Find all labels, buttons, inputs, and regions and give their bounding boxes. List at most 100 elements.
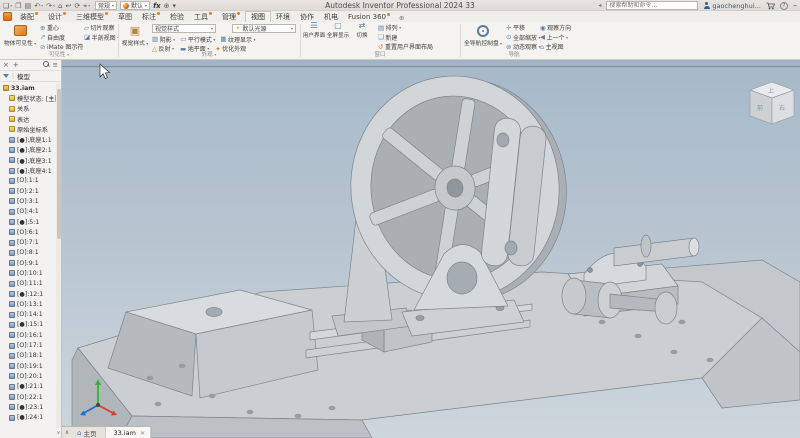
shadows-button[interactable]: 阴影 <box>152 35 175 45</box>
ribbon-tab[interactable]: 管理 <box>217 11 245 22</box>
zoom-all-button[interactable]: 全部缩放 <box>506 33 540 43</box>
document-tab[interactable]: 33.iam × <box>106 427 151 438</box>
panel-label-window[interactable]: 窗口 <box>302 51 458 59</box>
switch-windows-button[interactable]: 切换 <box>350 23 374 40</box>
previous-view-button[interactable]: 上一个 <box>540 33 571 43</box>
browser-tree-node[interactable]: [O]:1:1 <box>0 176 56 186</box>
browser-tree-node[interactable]: 模型状态: [主要] <box>0 93 56 103</box>
browser-tree-node[interactable]: [●]:24:1 <box>0 413 56 423</box>
save-button[interactable]: ▤ <box>25 1 32 11</box>
orthographic-button[interactable]: 平行模式 <box>180 35 215 45</box>
browser-tree-node[interactable]: [●]:底座1:1 <box>0 134 56 144</box>
parameters-button[interactable]: fx <box>153 1 161 11</box>
home-button[interactable]: ⌂ <box>58 1 62 11</box>
browser-tree-node[interactable]: [O]:18:1 <box>0 351 56 361</box>
browser-tree-node[interactable]: [●]:底座2:1 <box>0 145 56 155</box>
ribbon-tab[interactable]: 标注 <box>137 11 165 22</box>
browser-tree-node[interactable]: [O]:7:1 <box>0 237 56 247</box>
browser-tree-node[interactable]: [O]:19:1 <box>0 361 56 371</box>
browser-tree-node[interactable]: [●]:底座4:1 <box>0 165 56 175</box>
appearance-combo[interactable]: 默认 ▾ <box>120 1 150 10</box>
browser-tree-node[interactable]: 表达 <box>0 114 56 124</box>
center-of-gravity-button[interactable]: 重心 <box>40 23 83 33</box>
browser-tree-node[interactable]: [O]:13:1 <box>0 299 56 309</box>
browser-tree-node[interactable]: [O]:11:1 <box>0 279 56 289</box>
new-window-button[interactable]: 新建 <box>378 33 433 43</box>
ribbon-tab[interactable]: 设计 <box>43 11 71 22</box>
pan-button[interactable]: 平移 <box>506 23 540 33</box>
object-visibility-button[interactable]: 物体可见性 <box>2 23 38 52</box>
browser-search-icon[interactable] <box>43 61 49 67</box>
browser-tree-node[interactable]: [●]:5:1 <box>0 217 56 227</box>
browser-filter-icon[interactable] <box>3 74 9 78</box>
full-screen-button[interactable]: 全屏显示 <box>326 23 350 40</box>
ribbon-tab[interactable]: 环境 <box>271 11 295 22</box>
browser-tree-node[interactable]: 原始坐标系 <box>0 124 56 134</box>
browser-tree-node[interactable]: [●]:12:1 <box>0 289 56 299</box>
browser-tree-node[interactable]: [O]:6:1 <box>0 227 56 237</box>
browser-tree-node[interactable]: [O]:22:1 <box>0 392 56 402</box>
arrange-windows-button[interactable]: 排列 <box>378 23 433 33</box>
document-tab-close[interactable]: × <box>140 429 145 437</box>
browser-tree-node[interactable]: [O]:9:1 <box>0 258 56 268</box>
browser-tree-node[interactable]: [O]:3:1 <box>0 196 56 206</box>
addins-button[interactable]: ⊕ <box>395 14 408 22</box>
slice-graphics-button[interactable]: 切片观察 <box>84 23 119 33</box>
help-icon[interactable]: ? <box>780 2 788 10</box>
browser-scroll-down-arrow[interactable]: ∨ <box>56 428 61 438</box>
ribbon-tab[interactable]: 工具 <box>189 11 217 22</box>
document-tab[interactable]: 主页 <box>72 427 106 438</box>
half-section-view-button[interactable]: 半剖视图 <box>84 33 119 43</box>
ribbon-tab[interactable]: 检验 <box>165 11 189 22</box>
browser-tree-node[interactable]: 33.iam <box>0 83 56 93</box>
user-interface-button[interactable]: 用户界面 <box>302 23 326 40</box>
visual-style-button[interactable]: ▣ 视觉样式 <box>120 23 150 52</box>
qat-more-button[interactable]: ▾ <box>173 1 177 11</box>
browser-tree-node[interactable]: [●]:23:1 <box>0 402 56 412</box>
panel-label-visibility[interactable]: 可见性 ▾ <box>2 51 116 59</box>
navigation-wheel-button[interactable]: 全导航控制盘 <box>462 23 504 52</box>
panel-label-navigate[interactable]: 导航 <box>462 51 566 59</box>
signed-in-user[interactable]: gaochenghui… <box>703 2 761 10</box>
help-search-input[interactable] <box>606 1 698 10</box>
return-button[interactable]: ↩ <box>65 1 71 11</box>
browser-tree-node[interactable]: [●]:底座3:1 <box>0 155 56 165</box>
browser-tree-node[interactable]: [O]:20:1 <box>0 371 56 381</box>
3d-viewport[interactable]: 上 前 右 <box>62 60 800 438</box>
browser-tree-node[interactable]: [O]:8:1 <box>0 248 56 258</box>
select-button[interactable]: ⌖ <box>83 1 90 11</box>
update-button[interactable]: ⟳ <box>74 1 80 11</box>
measure-button[interactable]: ⊕ <box>164 1 170 11</box>
browser-tree-node[interactable]: [O]:17:1 <box>0 340 56 350</box>
browser-scrollbar[interactable] <box>56 83 61 428</box>
browser-tree-node[interactable]: [O]:4:1 <box>0 207 56 217</box>
panel-label-appearance[interactable]: 外观 ▾ <box>120 51 298 59</box>
visual-style-combo[interactable]: 视觉样式▾ <box>152 24 216 33</box>
ribbon-tab[interactable]: Fusion 360 <box>343 11 395 22</box>
browser-tree-node[interactable]: [●]:21:1 <box>0 382 56 392</box>
browser-tree-node[interactable]: [●]:15:1 <box>0 320 56 330</box>
browser-menu-icon[interactable]: ≡ <box>53 61 58 69</box>
look-at-button[interactable]: 观察方向 <box>540 23 571 33</box>
browser-tree-node[interactable]: 关系 <box>0 104 56 114</box>
browser-tree-node[interactable]: [O]:16:1 <box>0 330 56 340</box>
view-cube[interactable]: 上 前 右 <box>750 82 794 124</box>
ribbon-tab[interactable]: 三维模型 <box>71 11 113 22</box>
ribbon-tab[interactable]: 视图 <box>245 11 271 22</box>
browser-scrollbar-thumb[interactable] <box>57 89 61 239</box>
undo-button[interactable]: ↶ <box>34 1 43 11</box>
new-button[interactable]: ❏ <box>3 1 12 11</box>
material-combo[interactable]: 常规 ▾ <box>95 1 117 10</box>
redo-button[interactable]: ↷ <box>46 1 55 11</box>
browser-add-tab-button[interactable]: + <box>13 61 19 69</box>
lighting-style-combo[interactable]: 默认光源▾ <box>232 24 296 33</box>
file-menu-button[interactable] <box>3 12 12 21</box>
cart-icon[interactable] <box>766 2 775 10</box>
browser-tree-node[interactable]: [O]:10:1 <box>0 268 56 278</box>
degrees-of-freedom-button[interactable]: 自由度 <box>40 33 83 43</box>
collapse-arrow-icon[interactable]: ◂ <box>598 2 601 9</box>
ribbon-tab[interactable]: 草图 <box>113 11 137 22</box>
open-button[interactable]: ❐ <box>15 1 21 11</box>
browser-tree-node[interactable]: [O]:2:1 <box>0 186 56 196</box>
doc-tabs-collapse-arrow[interactable]: ∧ <box>62 427 72 438</box>
